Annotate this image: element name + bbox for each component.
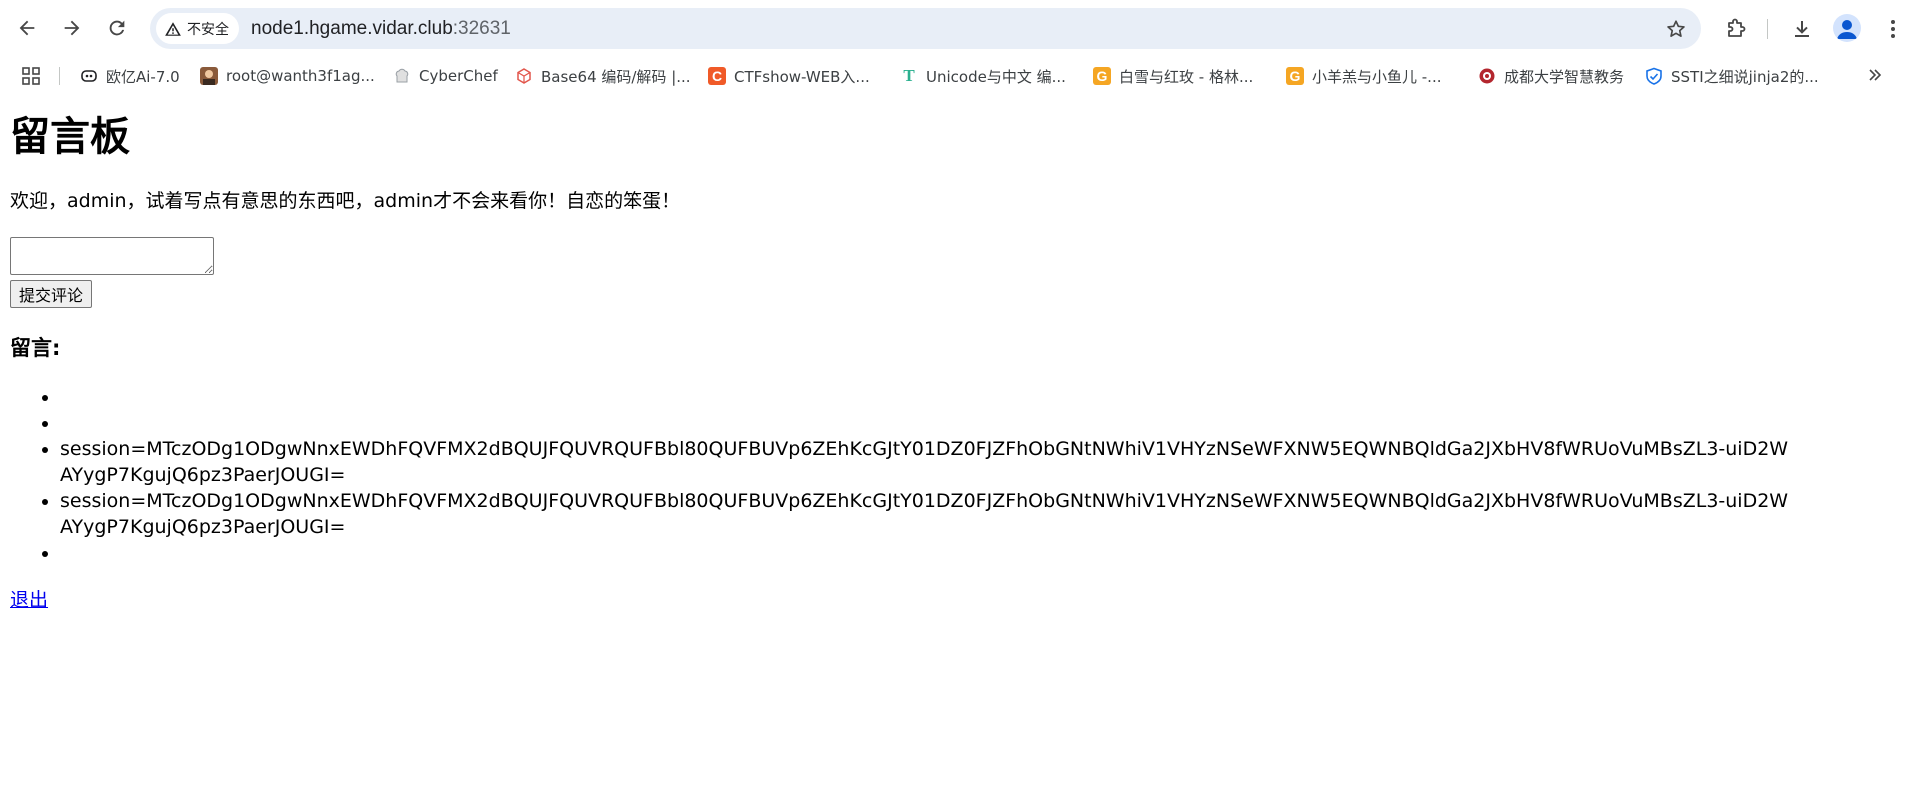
c-logo-icon: C (708, 67, 726, 85)
submit-comment-button[interactable]: 提交评论 (10, 280, 93, 308)
extensions-button[interactable] (1719, 12, 1753, 46)
bookmarks-bar: 欧亿Ai-7.0 root@wanth3f1ag... CyberChef Ba… (0, 57, 1919, 94)
browser-chrome: 不安全 node1.hgame.vidar.club:32631 欧亿Ai-7.… (0, 0, 1919, 94)
t-logo-icon: T (903, 66, 915, 85)
bookmarks-separator (59, 67, 60, 85)
security-label: 不安全 (187, 21, 229, 38)
university-seal-icon (1478, 67, 1496, 85)
url-text[interactable]: node1.hgame.vidar.club:32631 (251, 8, 511, 49)
bookmark-item-2[interactable]: CyberChef (393, 63, 498, 89)
browser-toolbar: 不安全 node1.hgame.vidar.club:32631 (0, 0, 1919, 57)
bookmark-item-8[interactable]: 成都大学智慧教务 (1478, 63, 1624, 89)
page-content: 留言板 欢迎，admin，试着写点有意思的东西吧，admin才不会来看你！自恋的… (10, 94, 1910, 794)
bookmark-label: root@wanth3f1ag... (226, 67, 375, 85)
address-bar[interactable]: 不安全 node1.hgame.vidar.club:32631 (150, 8, 1701, 49)
comment-item (60, 384, 1800, 410)
toolbar-separator (1767, 19, 1768, 39)
bookmark-item-4[interactable]: C CTFshow-WEB入... (708, 63, 870, 89)
comments-list: session=MTczODg1ODgwNnxEWDhFQVFMX2dBQUJF… (10, 384, 1800, 566)
welcome-message: 欢迎，admin，试着写点有意思的东西吧，admin才不会来看你！自恋的笨蛋！ (10, 190, 681, 212)
chef-hat-icon (393, 67, 411, 85)
bookmark-item-7[interactable]: G 小羊羔与小鱼儿 -... (1286, 63, 1442, 89)
apps-grid-icon (22, 67, 40, 85)
profile-avatar[interactable] (1833, 14, 1861, 42)
comment-item (60, 540, 1800, 566)
warning-triangle-icon (165, 21, 181, 36)
logout-link[interactable]: 退出 (10, 588, 48, 612)
apps-button[interactable] (22, 63, 40, 89)
back-arrow-icon (19, 20, 35, 36)
bookmark-label: 小羊羔与小鱼儿 -... (1312, 67, 1442, 86)
comment-item: session=MTczODg1ODgwNnxEWDhFQVFMX2dBQUJF… (60, 488, 1800, 540)
bookmark-item-9[interactable]: SSTI之细说jinja2的... (1645, 63, 1819, 89)
bookmark-item-3[interactable]: Base64 编码/解码 |... (515, 63, 691, 89)
kebab-menu-icon (1891, 20, 1895, 38)
bookmark-label: 成都大学智慧教务 (1504, 67, 1625, 86)
bookmark-label: CTFshow-WEB入... (734, 67, 870, 86)
bookmark-label: 白雪与红玫 - 格林... (1119, 67, 1254, 86)
bookmark-item-0[interactable]: 欧亿Ai-7.0 (80, 63, 180, 89)
bookmark-label: SSTI之细说jinja2的... (1671, 67, 1819, 86)
bookmark-item-6[interactable]: G 白雪与红玫 - 格林... (1093, 63, 1253, 89)
bookmark-label: 欧亿Ai-7.0 (106, 67, 180, 86)
more-bookmarks-button[interactable] (1862, 62, 1888, 88)
download-icon (1795, 21, 1809, 37)
page-title: 留言板 (10, 114, 130, 160)
url-port: :32631 (452, 18, 511, 39)
bookmark-item-1[interactable]: root@wanth3f1ag... (200, 63, 375, 89)
back-button[interactable] (11, 12, 43, 44)
bookmark-label: Base64 编码/解码 |... (541, 67, 691, 86)
double-chevron-right-icon (1869, 69, 1882, 81)
reload-icon (109, 20, 125, 36)
security-indicator[interactable]: 不安全 (156, 13, 239, 44)
comments-heading: 留言: (10, 336, 61, 360)
bookmark-item-5[interactable]: T Unicode与中文 编... (900, 63, 1066, 89)
forward-button[interactable] (56, 12, 88, 44)
avatar-icon (200, 67, 218, 85)
discord-icon (80, 67, 98, 85)
comment-input[interactable] (10, 237, 214, 275)
g-logo-icon: G (1286, 67, 1304, 85)
star-icon (1667, 20, 1685, 37)
comment-item (60, 410, 1800, 436)
person-icon (1837, 20, 1857, 39)
forward-arrow-icon (64, 20, 80, 36)
bookmark-label: CyberChef (419, 67, 498, 85)
url-host: node1.hgame.vidar.club (251, 18, 453, 39)
shield-icon (1645, 67, 1663, 85)
cube-icon (515, 67, 533, 85)
g-logo-icon: G (1093, 67, 1111, 85)
browser-menu-button[interactable] (1876, 12, 1910, 46)
puzzle-icon (1728, 18, 1746, 37)
comment-item: session=MTczODg1ODgwNnxEWDhFQVFMX2dBQUJF… (60, 436, 1800, 488)
bookmark-star-button[interactable] (1661, 14, 1691, 44)
bookmark-label: Unicode与中文 编... (926, 67, 1066, 86)
reload-button[interactable] (101, 12, 133, 44)
downloads-button[interactable] (1785, 12, 1819, 46)
